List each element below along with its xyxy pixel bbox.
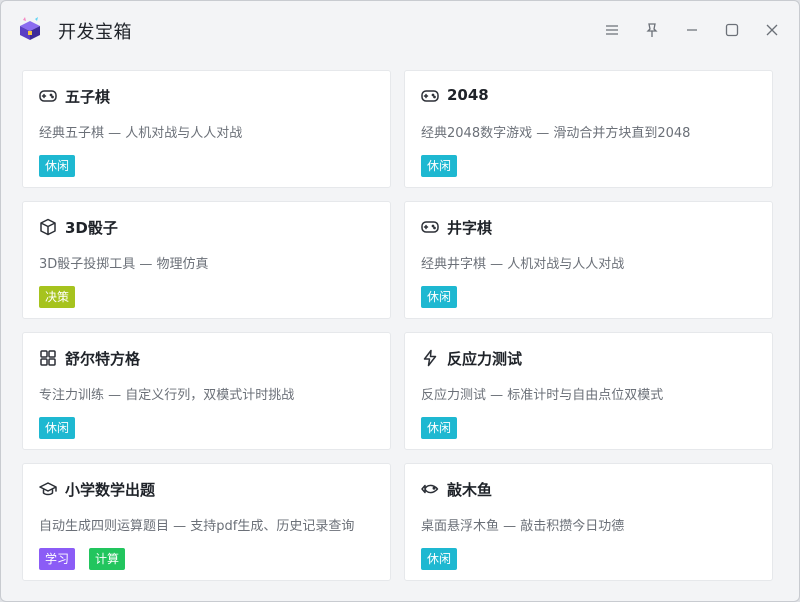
- card-title: 小学数学出题: [65, 481, 156, 499]
- card-description: 3D骰子投掷工具 — 物理仿真: [39, 257, 209, 272]
- tool-card-3d-dice[interactable]: 3D骰子 3D骰子投掷工具 — 物理仿真 决策: [22, 201, 391, 319]
- gamepad-icon: [421, 87, 439, 105]
- maximize-button[interactable]: [717, 15, 747, 45]
- card-description: 经典2048数字游戏 — 滑动合并方块直到2048: [421, 126, 691, 141]
- tool-card-2048[interactable]: 2048 经典2048数字游戏 — 滑动合并方块直到2048 休闲: [404, 70, 773, 188]
- card-description: 桌面悬浮木鱼 — 敲击积攒今日功德: [421, 519, 625, 534]
- tool-card-tic-tac-toe[interactable]: 井字棋 经典井字棋 — 人机对战与人人对战 休闲: [404, 201, 773, 319]
- tool-card-reaction-test[interactable]: 反应力测试 反应力测试 — 标准计时与自由点位双模式 休闲: [404, 332, 773, 450]
- tool-card-gomoku[interactable]: 五子棋 经典五子棋 — 人机对战与人人对战 休闲: [22, 70, 391, 188]
- tag-badge: 休闲: [421, 548, 458, 570]
- app-window: 开发宝箱 五子棋 经典五子棋 — 人机对战与人人对战 休闲 2048 经典204: [0, 0, 800, 602]
- graduation-cap-icon: [39, 480, 57, 498]
- app-title: 开发宝箱: [58, 22, 132, 43]
- card-description: 反应力测试 — 标准计时与自由点位双模式: [421, 388, 664, 403]
- card-description: 专注力训练 — 自定义行列，双模式计时挑战: [39, 388, 295, 403]
- tool-card-math-quiz[interactable]: 小学数学出题 自动生成四则运算题目 — 支持pdf生成、历史记录查询 学习 计算: [22, 463, 391, 581]
- cube-icon: [39, 218, 57, 236]
- tag-badge: 决策: [39, 286, 76, 308]
- pin-icon: [646, 23, 658, 37]
- tool-card-wooden-fish[interactable]: 敲木鱼 桌面悬浮木鱼 — 敲击积攒今日功德 休闲: [404, 463, 773, 581]
- card-description: 经典井字棋 — 人机对战与人人对战: [421, 257, 625, 272]
- gamepad-icon: [421, 218, 439, 236]
- card-title: 敲木鱼: [447, 481, 493, 499]
- card-description: 自动生成四则运算题目 — 支持pdf生成、历史记录查询: [39, 519, 355, 534]
- minimize-icon: [687, 29, 697, 31]
- fish-icon: [421, 480, 439, 498]
- lightning-icon: [421, 349, 439, 367]
- pin-button[interactable]: [637, 15, 667, 45]
- menu-button[interactable]: [597, 15, 627, 45]
- treasure-chest-logo: [17, 16, 43, 42]
- card-title: 2048: [447, 86, 489, 104]
- tag-badge: 计算: [89, 548, 126, 570]
- grid-icon: [39, 349, 57, 367]
- card-description: 经典五子棋 — 人机对战与人人对战: [39, 126, 243, 141]
- menu-icon: [606, 25, 618, 35]
- tag-badge: 休闲: [421, 155, 458, 177]
- tool-card-schulte-grid[interactable]: 舒尔特方格 专注力训练 — 自定义行列，双模式计时挑战 休闲: [22, 332, 391, 450]
- close-icon: [766, 24, 778, 36]
- card-title: 3D骰子: [65, 219, 118, 237]
- tag-badge: 休闲: [39, 417, 76, 439]
- maximize-icon: [725, 23, 739, 37]
- card-title: 反应力测试: [447, 350, 523, 368]
- tag-badge: 休闲: [421, 417, 458, 439]
- card-title: 舒尔特方格: [65, 350, 141, 368]
- title-bar[interactable]: 开发宝箱: [1, 1, 799, 59]
- tag-badge: 学习: [39, 548, 76, 570]
- tag-badge: 休闲: [421, 286, 458, 308]
- card-title: 井字棋: [447, 219, 493, 237]
- close-button[interactable]: [757, 15, 787, 45]
- gamepad-icon: [39, 87, 57, 105]
- minimize-button[interactable]: [677, 15, 707, 45]
- tag-badge: 休闲: [39, 155, 76, 177]
- card-title: 五子棋: [65, 88, 111, 106]
